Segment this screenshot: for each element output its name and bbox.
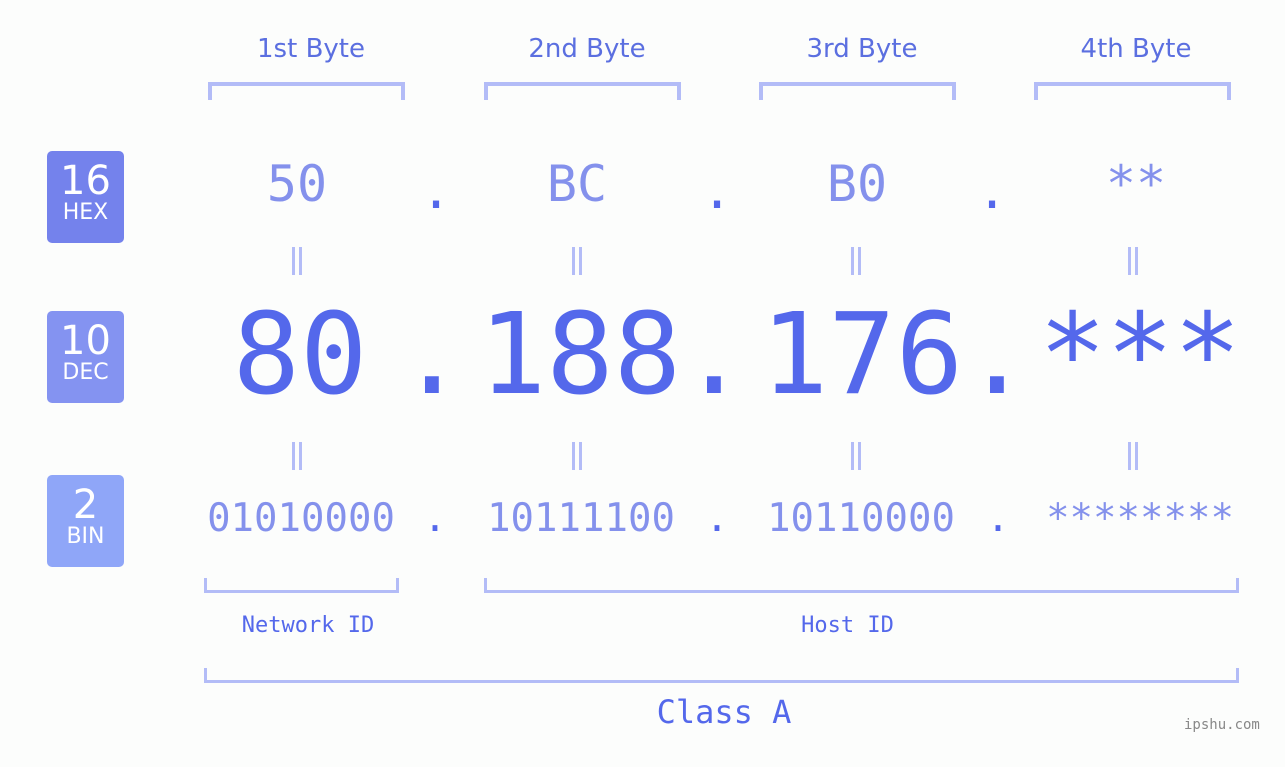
byte-header-4: 4th Byte [1080,34,1192,64]
equals-icon [1128,442,1138,470]
byte-header-1: 1st Byte [257,34,365,64]
bin-byte-4: ******** [1046,496,1234,541]
hex-dot-3: . [976,162,1008,220]
byte-header-3: 3rd Byte [806,34,918,64]
hex-byte-2: BC [546,155,608,213]
network-bracket [204,578,399,593]
watermark: ipshu.com [1184,717,1260,733]
equals-icon [572,442,582,470]
bin-dot-3: . [986,496,1010,541]
dec-dot-2: . [680,290,748,420]
byte-bracket-2 [484,82,681,100]
equals-icon [851,442,861,470]
hex-label: HEX [62,200,109,225]
byte-header-2: 2nd Byte [528,34,646,64]
network-id-label: Network ID [241,613,375,638]
host-bracket [484,578,1239,593]
bin-dot-1: . [423,496,447,541]
dec-byte-4: *** [1038,290,1242,420]
equals-icon [292,247,302,275]
bin-base: 2 [72,482,99,528]
dec-base: 10 [60,318,111,364]
class-label: Class A [656,693,792,731]
dec-badge: 10 DEC [47,311,124,403]
equals-icon [1128,247,1138,275]
hex-base: 16 [60,158,111,204]
hex-byte-3: B0 [826,155,888,213]
dec-dot-3: . [963,290,1031,420]
hex-byte-4: ** [1105,155,1167,213]
equals-icon [851,247,861,275]
bin-byte-3: 10110000 [767,496,955,541]
dec-dot-1: . [398,290,466,420]
equals-icon [572,247,582,275]
hex-dot-2: . [701,162,733,220]
class-bracket [204,668,1239,683]
dec-label: DEC [62,360,109,385]
byte-bracket-1 [208,82,405,100]
byte-bracket-4 [1034,82,1231,100]
byte-bracket-3 [759,82,956,100]
hex-dot-1: . [420,162,452,220]
bin-byte-1: 01010000 [207,496,395,541]
bin-badge: 2 BIN [47,475,124,567]
equals-icon [292,442,302,470]
bin-byte-2: 10111100 [487,496,675,541]
hex-badge: 16 HEX [47,151,124,243]
hex-byte-1: 50 [266,155,328,213]
bin-dot-2: . [705,496,729,541]
host-id-label: Host ID [801,613,894,638]
bin-label: BIN [66,524,105,549]
